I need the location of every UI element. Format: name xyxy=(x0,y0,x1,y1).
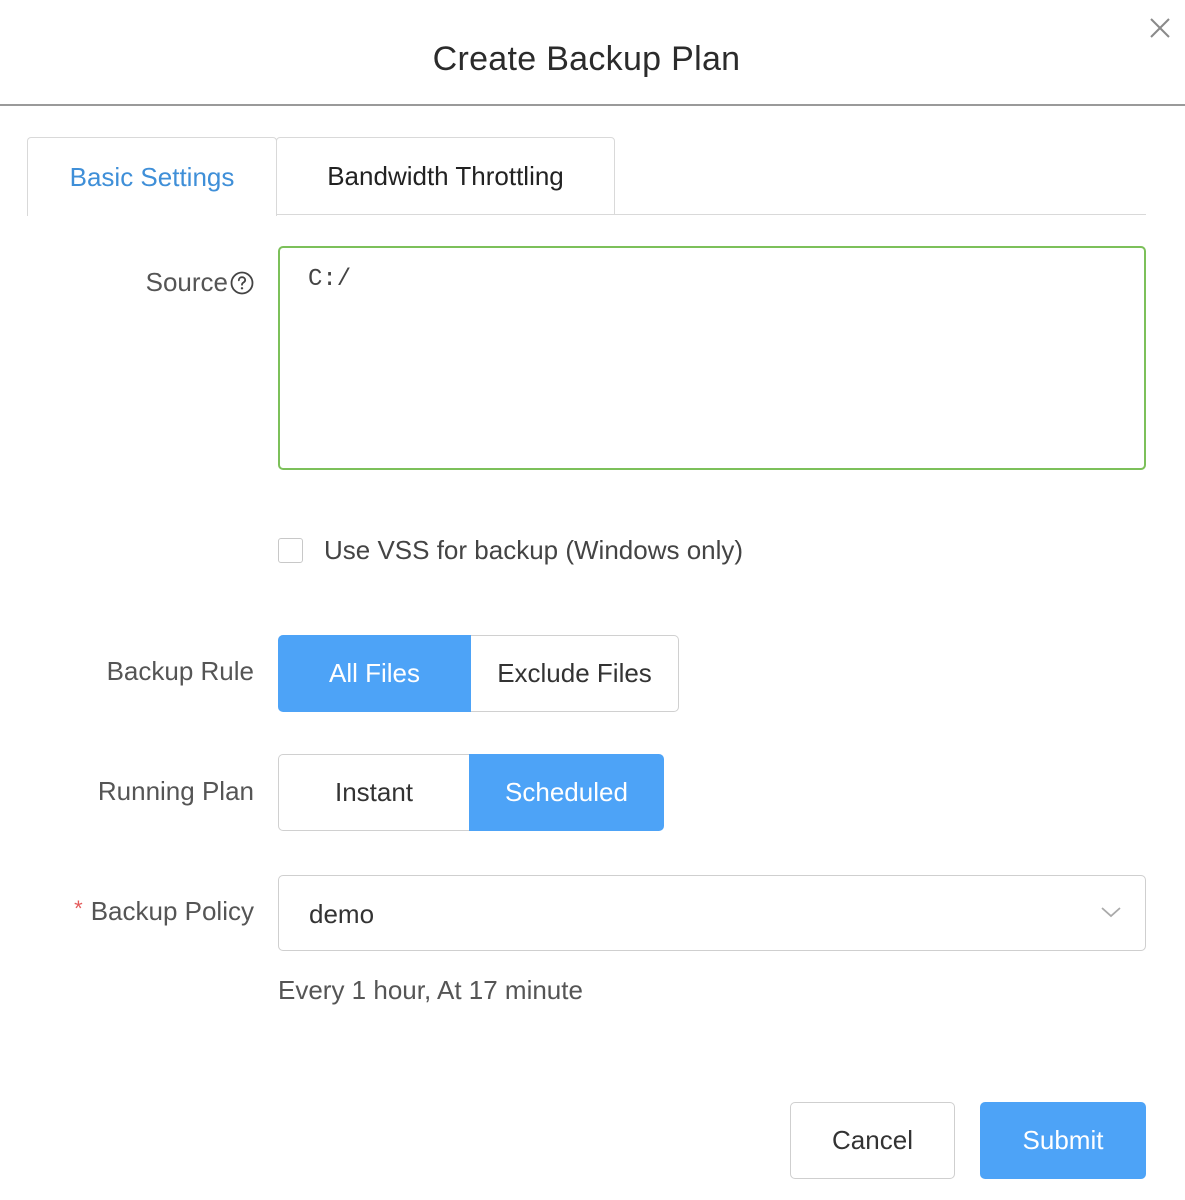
backup-rule-label: Backup Rule xyxy=(106,656,254,686)
submit-button[interactable]: Submit xyxy=(980,1102,1146,1179)
chevron-down-icon xyxy=(1099,904,1123,920)
tab-bandwidth-throttling[interactable]: Bandwidth Throttling xyxy=(276,137,615,215)
vss-label: Use VSS for backup (Windows only) xyxy=(324,535,744,565)
source-label: Source xyxy=(145,267,228,297)
all-files-button[interactable]: All Files xyxy=(278,635,471,712)
settings-tabs: Basic Settings Bandwidth Throttling xyxy=(27,137,1146,216)
backup-policy-label-group: * Backup Policy xyxy=(74,896,254,927)
vss-option[interactable]: Use VSS for backup (Windows only) xyxy=(278,535,743,566)
scheduled-button[interactable]: Scheduled xyxy=(469,754,664,831)
vss-checkbox[interactable] xyxy=(278,538,303,563)
backup-policy-label: Backup Policy xyxy=(90,896,254,926)
backup-rule-toggle: All Files Exclude Files xyxy=(278,635,679,712)
instant-button[interactable]: Instant xyxy=(278,754,469,831)
tab-basic-settings[interactable]: Basic Settings xyxy=(27,137,277,216)
backup-policy-value: demo xyxy=(309,899,375,929)
required-marker: * xyxy=(74,896,83,921)
backup-policy-select[interactable]: demo xyxy=(278,875,1146,951)
close-icon[interactable] xyxy=(1146,14,1174,42)
question-circle-icon[interactable] xyxy=(230,271,254,295)
dialog-header: Create Backup Plan xyxy=(0,0,1185,106)
running-plan-toggle: Instant Scheduled xyxy=(278,754,664,831)
create-backup-plan-dialog: Create Backup Plan Basic Settings Bandwi… xyxy=(0,0,1185,1200)
dialog-title: Create Backup Plan xyxy=(432,40,741,78)
source-label-group: Source xyxy=(146,267,254,298)
cancel-button[interactable]: Cancel xyxy=(790,1102,955,1179)
running-plan-label: Running Plan xyxy=(97,776,254,806)
exclude-files-button[interactable]: Exclude Files xyxy=(471,635,679,712)
backup-policy-description: Every 1 hour, At 17 minute xyxy=(278,975,583,1005)
source-textarea[interactable] xyxy=(278,246,1146,470)
